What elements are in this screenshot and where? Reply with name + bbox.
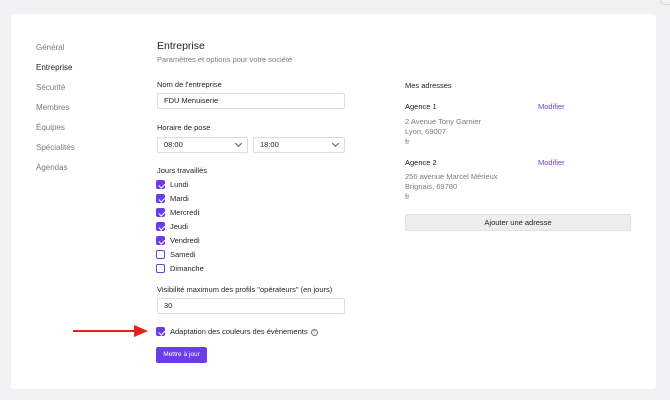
- address-line1: 256 avenue Marcel Mérieux: [405, 172, 498, 181]
- sidebar-item-securite[interactable]: Sécurité: [36, 82, 75, 102]
- address-country: fr: [405, 192, 410, 201]
- update-button[interactable]: Mettre à jour: [156, 347, 207, 363]
- color-adapt-text: Adaptation des couleurs des évènements?: [170, 327, 318, 337]
- checkbox-mercredi[interactable]: [156, 208, 165, 217]
- address-line2: Lyon, 69007: [405, 127, 447, 136]
- page-title: Entreprise: [157, 40, 205, 52]
- sidebar-item-agendas[interactable]: Agendas: [36, 162, 75, 182]
- workday-label: Dimanche: [170, 264, 204, 273]
- visibility-input[interactable]: 30: [157, 298, 345, 314]
- company-name-input[interactable]: FDU Menuiserie: [157, 93, 345, 109]
- checkbox-jeudi[interactable]: [156, 222, 165, 231]
- edit-address-1-link[interactable]: Modifier: [538, 102, 565, 111]
- schedule-end-value: 18:00: [260, 140, 279, 149]
- workday-label: Vendredi: [170, 236, 200, 245]
- info-icon[interactable]: ?: [310, 328, 318, 336]
- checkbox-color-adapt[interactable]: [156, 327, 165, 336]
- sidebar-item-specialites[interactable]: Spécialités: [36, 142, 75, 162]
- workday-label: Jeudi: [170, 222, 188, 231]
- address-line2: Brignais, 69780: [405, 182, 458, 191]
- schedule-end-select[interactable]: 18:00: [253, 137, 345, 153]
- corner-decoration: [660, 0, 670, 5]
- company-name-label: Nom de l'entreprise: [157, 80, 222, 89]
- workday-label: Mardi: [170, 194, 189, 203]
- address-name: Agence 2: [405, 158, 437, 167]
- checkbox-samedi[interactable]: [156, 250, 165, 259]
- color-adapt-label: Adaptation des couleurs des évènements: [170, 327, 308, 336]
- checkbox-lundi[interactable]: [156, 180, 165, 189]
- visibility-label: Visibilité maximum des profils "opérateu…: [157, 285, 333, 294]
- sidebar-item-general[interactable]: Général: [36, 42, 75, 62]
- addresses-title: Mes adresses: [405, 81, 452, 90]
- workday-label: Mercredi: [170, 208, 200, 217]
- page-subtitle: Paramètres et options pour votre société: [157, 55, 293, 64]
- checkbox-mardi[interactable]: [156, 194, 165, 203]
- sidebar-item-membres[interactable]: Membres: [36, 102, 75, 122]
- schedule-label: Horaire de pose: [157, 123, 211, 132]
- schedule-start-value: 08:00: [164, 140, 183, 149]
- add-address-button[interactable]: Ajouter une adresse: [405, 214, 631, 231]
- chevron-down-icon: [234, 139, 243, 148]
- sidebar-item-equipes[interactable]: Équipes: [36, 122, 75, 142]
- address-country: fr: [405, 137, 410, 146]
- workday-label: Samedi: [170, 250, 196, 259]
- address-name: Agence 1: [405, 102, 437, 111]
- chevron-down-icon: [331, 139, 340, 148]
- checkbox-vendredi[interactable]: [156, 236, 165, 245]
- settings-sidebar: Général Entreprise Sécurité Membres Équi…: [36, 42, 75, 182]
- checkbox-dimanche[interactable]: [156, 264, 165, 273]
- annotation-arrow-icon: [73, 325, 148, 337]
- sidebar-item-entreprise[interactable]: Entreprise: [36, 62, 75, 82]
- workdays-label: Jours travaillés: [157, 166, 208, 175]
- schedule-start-select[interactable]: 08:00: [157, 137, 248, 153]
- workday-label: Lundi: [170, 180, 189, 189]
- edit-address-2-link[interactable]: Modifier: [538, 158, 565, 167]
- address-line1: 2 Avenue Tony Garnier: [405, 117, 482, 126]
